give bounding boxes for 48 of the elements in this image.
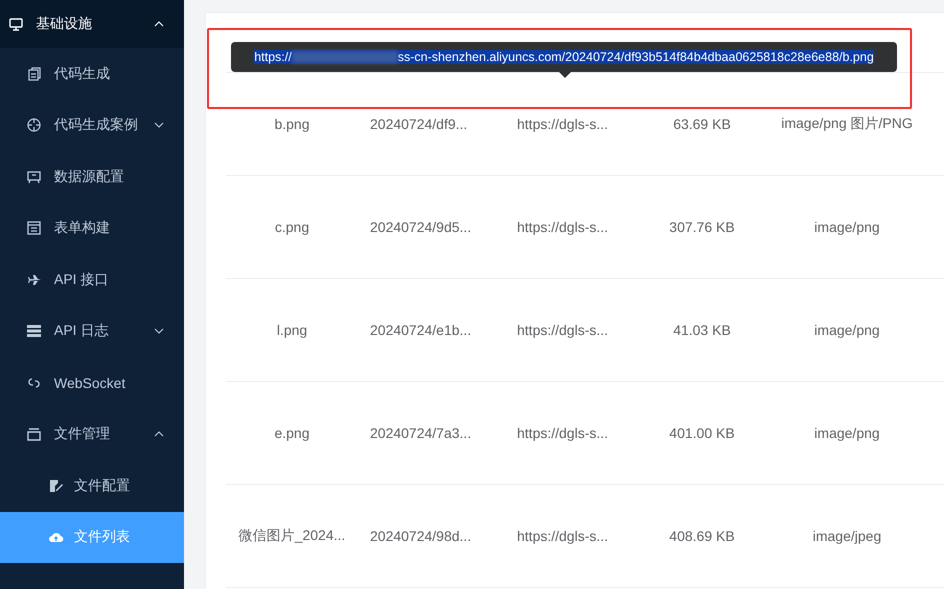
chevron-down-icon [154,328,164,334]
table-cell-text: 20240724/7a3... [369,425,472,441]
table-cell-text: 20240724/e1b... [369,322,472,338]
table-cell-text: b.png [273,116,311,132]
menu-item[interactable]: 文件管理 [0,408,184,460]
table-cell-text: 408.69 KB [668,528,736,544]
server-icon [26,323,42,340]
table-cell-text: https://dgls-s... [516,425,610,441]
target-icon [26,117,42,134]
copy-icon [26,66,42,82]
table-cell-text: 63.69 KB [672,116,732,132]
table-cell-text: 20240724/df9... [369,116,468,132]
menu-item[interactable]: 数据源配置 [0,151,184,202]
table-cell-text: 20240724/98d... [369,528,472,544]
table-cell-text: c.png [274,219,310,235]
chevron-up-icon [154,21,164,27]
table-cell-text: https://dgls-s... [516,219,610,235]
table-cell-text: image/png 图片/PNG [780,115,914,133]
menu-item[interactable]: 代码生成 [0,48,184,100]
menu-item[interactable]: WebSocket [0,357,184,408]
table-cell-text: 微信图片_2024... [238,527,346,545]
tooltip-text: https:// ss-cn-shenzhen.aliyuncs.com/20240724/df93b514f84b4dbaa0625818c28e6e88/b.png [254,50,874,64]
table-cell-text: 41.03 KB [672,322,732,338]
table-cell-text: image/png [813,322,881,338]
easel-icon [26,168,42,185]
menu-item[interactable]: 表单构建 [0,202,184,254]
table-cell-text: l.png [276,322,308,338]
chevron-up-icon [154,431,164,438]
table-cell-text: 20240724/9d5... [369,219,472,235]
table-cell-text: image/jpeg [812,528,882,544]
table-cell-text: https://dgls-s... [516,116,610,132]
folder-icon [26,426,42,442]
menu-item[interactable]: API 接口 [0,254,184,306]
monitor-icon [8,16,24,32]
table-cell-text: 401.00 KB [668,425,736,441]
edit-icon [48,478,64,494]
table-cell-text: https://dgls-s... [516,528,610,544]
table-cell-text: https://dgls-s... [516,322,610,338]
menu-item[interactable]: API 日志 [0,306,184,357]
menu-item[interactable]: 文件配置 [0,460,184,512]
table-cell-text: 307.76 KB [668,219,736,235]
table-cell-text: image/png [813,219,881,235]
form-icon [26,220,42,236]
table-cell-text: e.png [273,425,311,441]
menu-item[interactable]: 代码生成案例 [0,100,184,151]
table-cell-text: image/png [813,425,881,441]
menu-item[interactable]: 基础设施 [0,0,184,48]
chevron-down-icon [154,122,164,128]
